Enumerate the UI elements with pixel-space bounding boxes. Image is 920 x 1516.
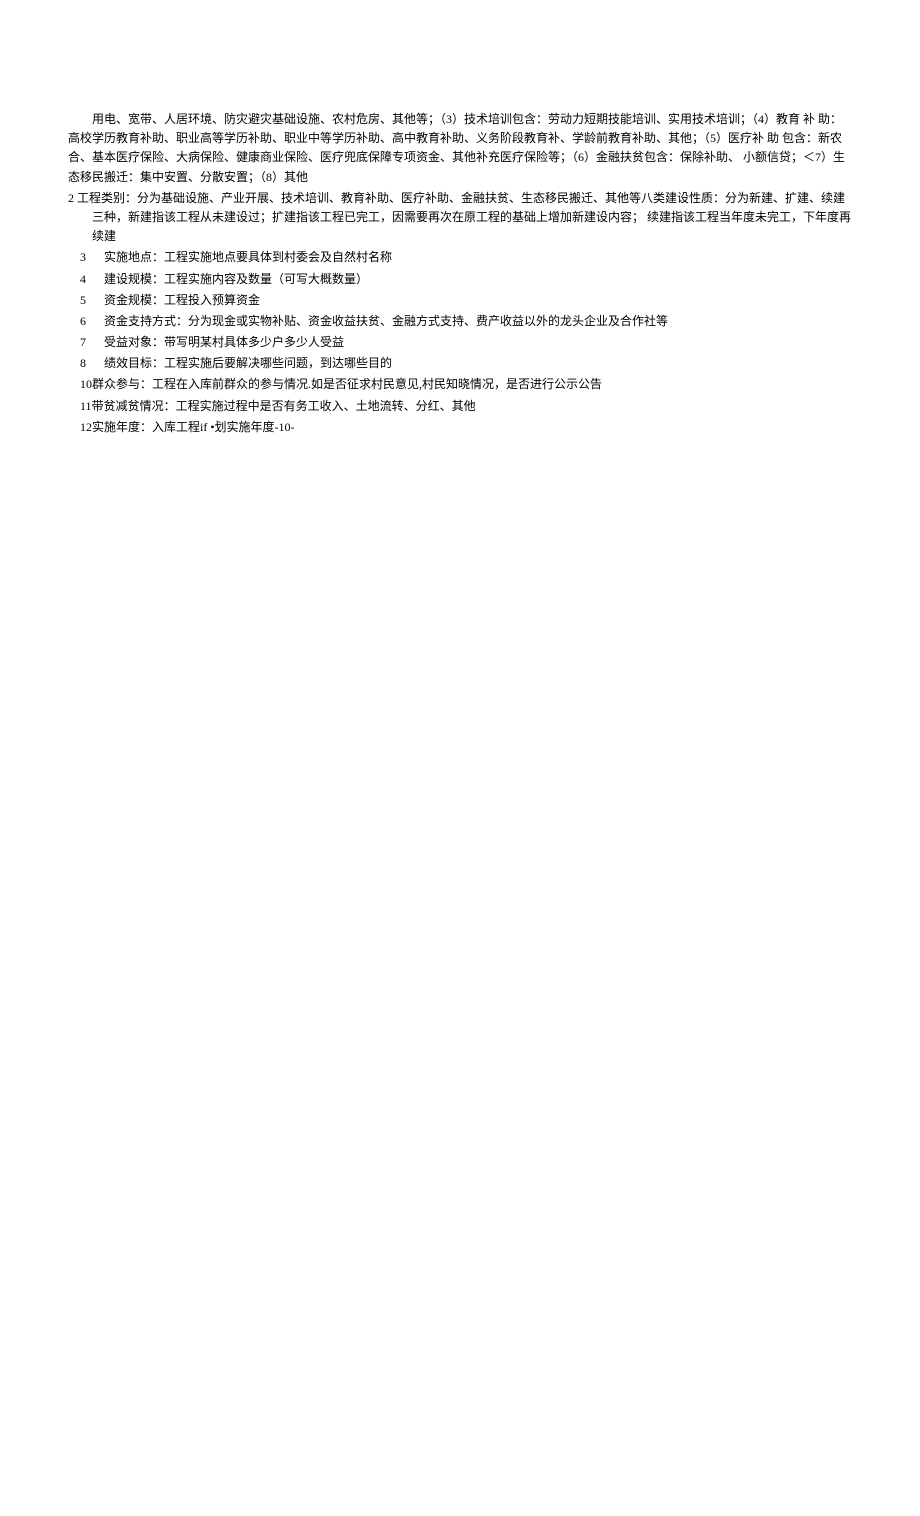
- item-number: 7: [80, 333, 104, 352]
- list-item: 10群众参与：工程在入库前群众的参与情况.如是否征求村民意见,村民知晓情况，是否…: [68, 375, 852, 394]
- item-number: 6: [80, 312, 104, 331]
- item-text: 受益对象：带写明某村具体多少户多少人受益: [104, 335, 344, 349]
- list-item: 8绩效目标：工程实施后要解决哪些问题，到达哪些目的: [68, 354, 852, 373]
- list-item: 7受益对象：带写明某村具体多少户多少人受益: [68, 333, 852, 352]
- item-text: 建设规模：工程实施内容及数量（可写大概数量）: [104, 272, 368, 286]
- list-item: 6资金支持方式：分为现金或实物补贴、资金收益扶贫、金融方式支持、费产收益以外的龙…: [68, 312, 852, 331]
- item-number: 3: [80, 248, 104, 267]
- item-number: 5: [80, 291, 104, 310]
- item-text: 绩效目标：工程实施后要解决哪些问题，到达哪些目的: [104, 356, 392, 370]
- list-item: 4建设规模：工程实施内容及数量（可写大概数量）: [68, 270, 852, 289]
- item-number: 8: [80, 354, 104, 373]
- item-text: 资金规模：工程投入预算资金: [104, 293, 260, 307]
- list-item: 12实施年度：入库工程if •划实施年度-10-: [68, 418, 852, 437]
- item-number: 4: [80, 270, 104, 289]
- item-text: 实施年度：入库工程if •划实施年度-10-: [92, 420, 295, 434]
- item-text: 实施地点：工程实施地点要具体到村委会及自然村名称: [104, 250, 392, 264]
- list-item: 2 工程类别：分为基础设施、产业开展、技术培训、教育补助、医疗补助、金融扶贫、生…: [68, 189, 852, 247]
- item-number: 10: [80, 377, 92, 391]
- document-page: 用电、宽带、人居环境、防灾避灾基础设施、农村危房、其他等；（3）技术培训包含：劳…: [0, 0, 920, 437]
- item-text: 群众参与：工程在入库前群众的参与情况.如是否征求村民意见,村民知晓情况，是否进行…: [92, 377, 602, 391]
- item-text: 工程类别：分为基础设施、产业开展、技术培训、教育补助、医疗补助、金融扶贫、生态移…: [77, 191, 851, 243]
- list-item: 3实施地点：工程实施地点要具体到村委会及自然村名称: [68, 248, 852, 267]
- item-number: 11: [80, 399, 92, 413]
- list-item: 5资金规模：工程投入预算资金: [68, 291, 852, 310]
- item-number: 2: [68, 191, 74, 205]
- item-text: 资金支持方式：分为现金或实物补贴、资金收益扶贫、金融方式支持、费产收益以外的龙头…: [104, 314, 668, 328]
- item-number: 12: [80, 420, 92, 434]
- list-item: 11带贫减贫情况：工程实施过程中是否有务工收入、土地流转、分红、其他: [68, 397, 852, 416]
- continuation-paragraph: 用电、宽带、人居环境、防灾避灾基础设施、农村危房、其他等；（3）技术培训包含：劳…: [68, 110, 852, 187]
- item-text: 带贫减贫情况：工程实施过程中是否有务工收入、土地流转、分红、其他: [92, 399, 476, 413]
